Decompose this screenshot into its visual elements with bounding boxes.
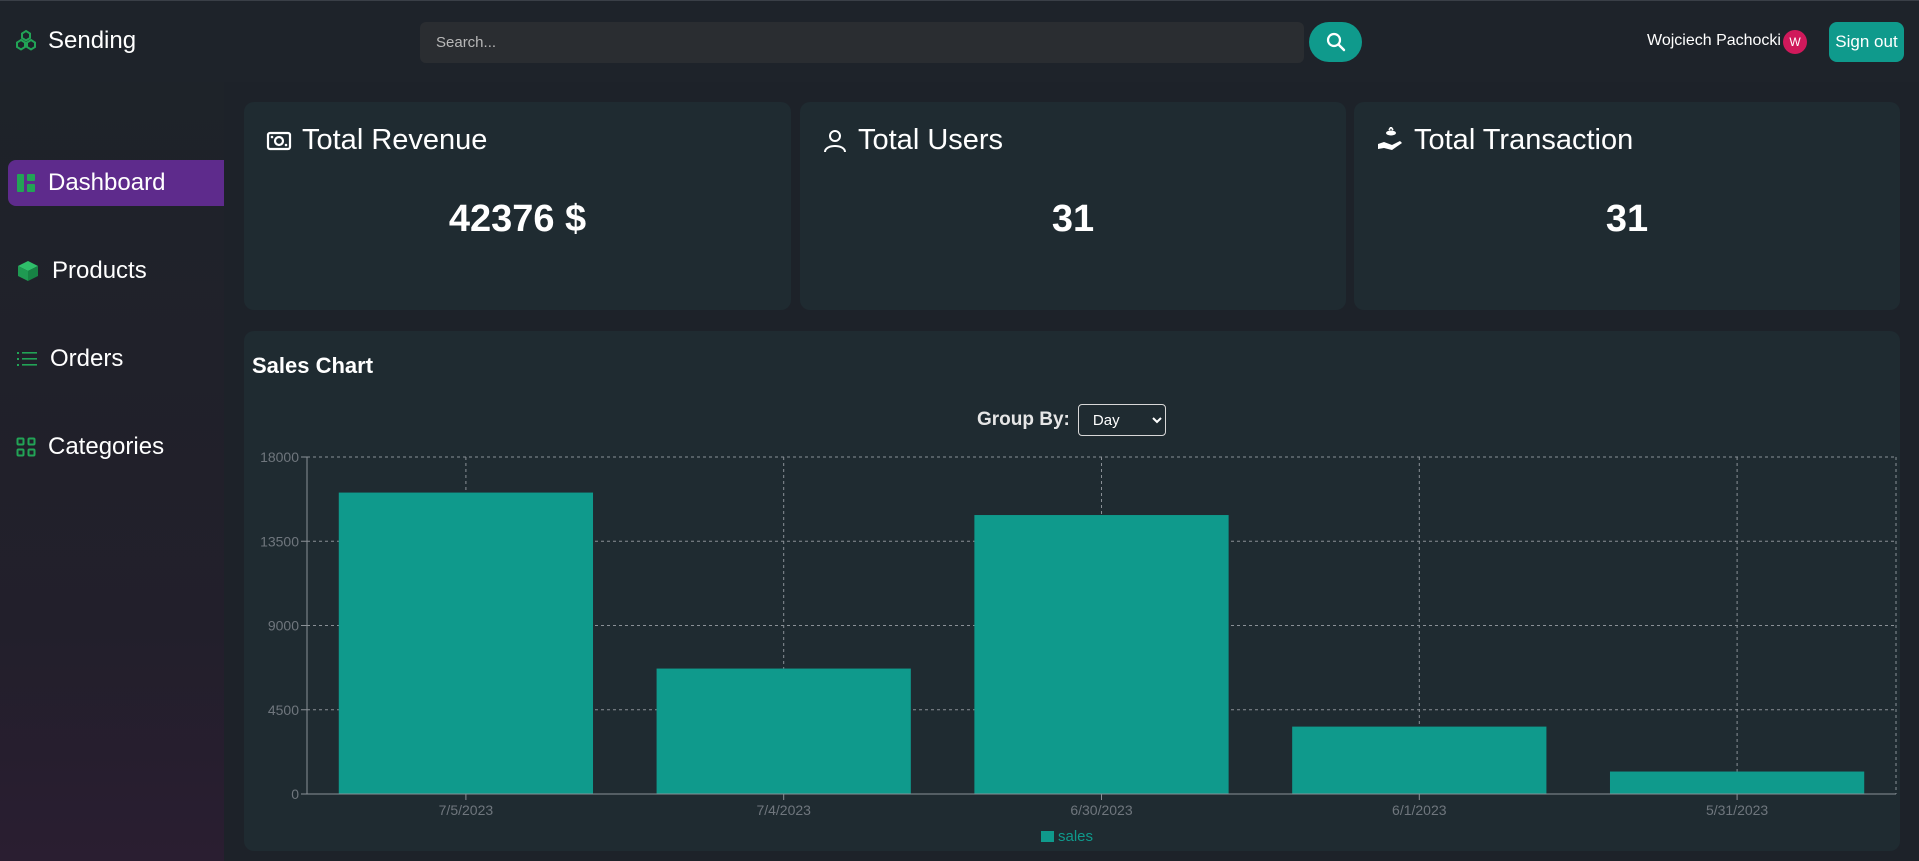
sidebar: Dashboard Products Orders Categories — [0, 82, 224, 861]
card-value: 31 — [1051, 198, 1095, 240]
sidebar-item-label: Orders — [50, 345, 124, 372]
search-icon — [1326, 32, 1345, 52]
chart-legend: sales — [1041, 828, 1093, 845]
legend-label[interactable]: sales — [1058, 828, 1093, 845]
card-title: Total Revenue — [266, 124, 487, 157]
card-total-users: Total Users 31 — [800, 102, 1346, 310]
sign-out-button[interactable]: Sign out — [1829, 22, 1904, 62]
card-value: 42376 $ — [448, 198, 587, 240]
avatar[interactable]: W — [1783, 30, 1807, 54]
brand-name: Sending — [48, 27, 137, 54]
card-value: 31 — [1605, 198, 1649, 240]
card-title-text: Total Transaction — [1414, 124, 1634, 156]
grid-icon — [16, 437, 36, 457]
sidebar-item-label: Categories — [48, 433, 165, 460]
brand[interactable]: Sending — [14, 27, 136, 55]
sidebar-item-categories[interactable]: Categories — [8, 424, 224, 470]
sales-chart-panel: Sales Chart Group By: Day 0 4500 9000 13500… — [244, 331, 1900, 851]
cube-icon — [18, 261, 38, 281]
search-box — [420, 22, 1304, 63]
search-button[interactable] — [1309, 22, 1362, 62]
sidebar-item-products[interactable]: Products — [8, 248, 224, 294]
hexagon-cluster-icon — [16, 29, 36, 51]
card-total-revenue: Total Revenue 42376 $ — [244, 102, 791, 310]
money-icon — [266, 131, 292, 150]
sidebar-item-dashboard[interactable]: Dashboard — [8, 160, 224, 206]
dashboard-icon — [17, 174, 35, 192]
top-bar: Sending Wojciech Pachocki W Sign out — [0, 0, 1919, 82]
list-icon — [17, 352, 37, 366]
hand-coin-icon — [1378, 126, 1402, 150]
sidebar-item-label: Dashboard — [48, 169, 166, 196]
sidebar-item-label: Products — [52, 257, 147, 284]
user-icon — [824, 129, 846, 152]
card-title-text: Total Users — [858, 124, 1004, 156]
card-title: Total Transaction — [1376, 124, 1633, 157]
search-input[interactable] — [434, 33, 1290, 52]
legend-swatch — [1041, 831, 1054, 842]
card-total-transaction: Total Transaction 31 — [1354, 102, 1900, 310]
card-title-text: Total Revenue — [302, 124, 488, 156]
sidebar-item-orders[interactable]: Orders — [8, 336, 224, 382]
card-title: Total Users — [822, 124, 1003, 157]
user-name: Wojciech Pachocki — [1647, 32, 1781, 49]
